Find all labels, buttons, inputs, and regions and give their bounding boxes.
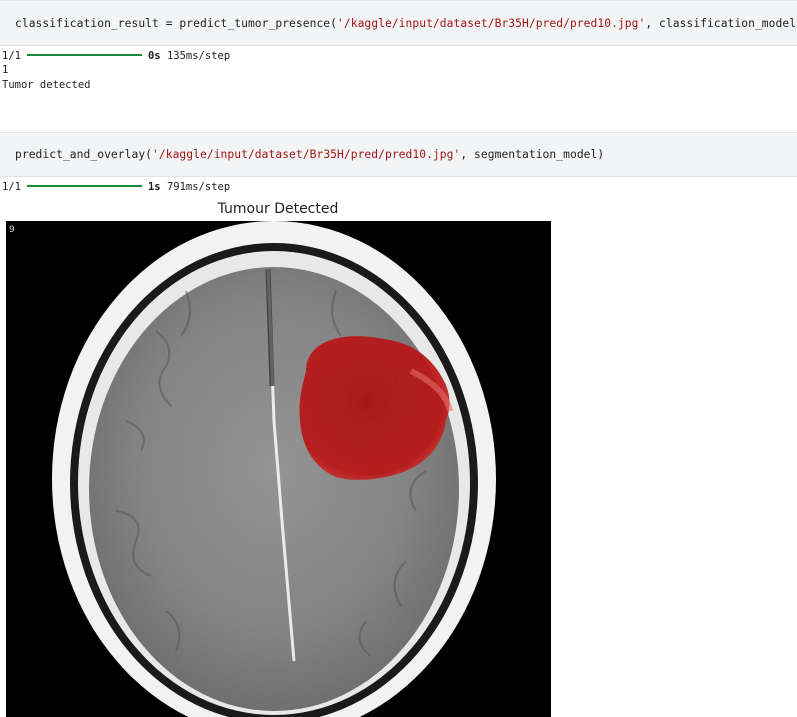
progress-bar [26, 185, 142, 187]
progress-output: 1/1 0s 135ms/step [2, 50, 230, 62]
ct-scan-image: 9 [6, 221, 551, 717]
code-text-end: , segmentation_model) [460, 148, 605, 161]
brain-scan-graphic [52, 221, 496, 717]
figure-title: Tumour Detected [217, 201, 339, 217]
code-cell-segmentation[interactable]: predict_and_overlay('/kaggle/input/datas… [0, 132, 797, 177]
output-message: Tumor detected [2, 79, 91, 91]
output-value: 1 [2, 64, 9, 76]
code-text-end: , classification_model) [645, 17, 797, 30]
progress-bar [26, 54, 142, 56]
code-line[interactable]: predict_and_overlay('/kaggle/input/datas… [15, 148, 604, 161]
elapsed-time: 1s [147, 181, 161, 193]
step-count: 1/1 [2, 181, 21, 193]
code-string-path: '/kaggle/input/dataset/Br35H/pred/pred10… [337, 17, 646, 30]
progress-output: 1/1 1s 791ms/step [2, 181, 230, 193]
code-line[interactable]: classification_result = predict_tumor_pr… [15, 17, 797, 30]
step-count: 1/1 [2, 50, 21, 62]
code-text: classification_result = predict_tumor_pr… [15, 17, 338, 30]
step-rate: 135ms/step [166, 50, 231, 62]
code-cell-classification[interactable]: classification_result = predict_tumor_pr… [0, 0, 797, 46]
scan-corner-label: 9 [9, 225, 15, 235]
elapsed-time: 0s [147, 50, 161, 62]
code-text: predict_and_overlay( [15, 148, 153, 161]
step-rate: 791ms/step [166, 181, 231, 193]
code-string-path: '/kaggle/input/dataset/Br35H/pred/pred10… [152, 148, 461, 161]
brain-tissue [89, 267, 459, 711]
